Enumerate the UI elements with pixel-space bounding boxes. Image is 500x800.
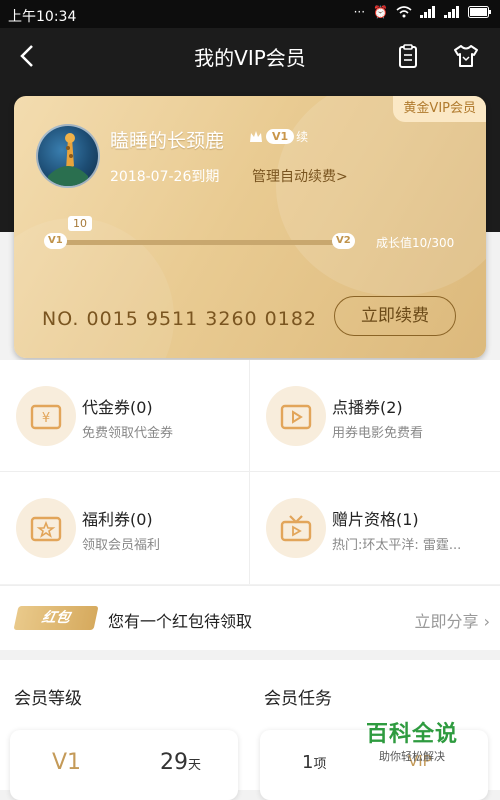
watermark-logo: 百科全说 助你轻松解决: [366, 716, 458, 764]
ondemand-icon-bg: [266, 386, 326, 446]
share-link[interactable]: 立即分享 ›: [414, 608, 490, 632]
vip-level-badge: V1 续: [248, 128, 308, 145]
welfare-icon-bg: [16, 498, 76, 558]
benefit-ondemand-ticket[interactable]: 点播券(2) 用券电影免费看: [250, 360, 499, 471]
renew-mark: 续: [296, 130, 309, 144]
member-days: 29天: [160, 750, 202, 775]
benefit-title: 代金券(0): [82, 398, 153, 417]
more-icon: ···: [353, 5, 366, 19]
growth-progress-bar: [48, 240, 344, 245]
clipboard-icon[interactable]: [394, 42, 422, 70]
yen-ticket-icon: ¥: [30, 404, 62, 430]
task-count: 1项: [302, 752, 327, 773]
progress-start-level: V1: [44, 233, 67, 249]
username: 瞌睡的长颈鹿: [110, 130, 225, 152]
section-gap: [0, 650, 500, 660]
progress-value: 10: [68, 216, 92, 231]
play-ticket-icon: [280, 404, 312, 430]
status-time: 上午10:34: [8, 9, 77, 25]
giraffe-avatar-icon: [48, 133, 88, 186]
page-title: 我的VIP会员: [194, 46, 306, 70]
vip-level: V1: [266, 129, 295, 144]
signal-icon: [420, 6, 435, 18]
status-bar: 上午10:34 ··· ⏰: [0, 0, 500, 28]
gift-tv-icon: [280, 515, 312, 542]
nav-header: 我的VIP会员: [0, 28, 500, 84]
watermark-main: 百科全说: [365, 722, 458, 747]
benefit-title: 福利券(0): [82, 510, 153, 529]
red-packet-banner[interactable]: 红包 您有一个红包待领取 立即分享 ›: [0, 585, 500, 650]
benefit-subtitle: 领取会员福利: [82, 538, 161, 553]
member-level-value: V1: [52, 750, 82, 775]
vip-card: 黄金VIP会员 瞌睡的长颈鹿 V1 续 2018-07-26到期 管理自动续费>…: [14, 96, 486, 358]
gift-icon-bg: [266, 498, 326, 558]
expiry-date: 2018-07-26到期: [110, 169, 220, 185]
benefit-welfare-ticket[interactable]: 福利券(0) 领取会员福利: [0, 472, 249, 583]
crown-icon: [250, 130, 262, 142]
manage-auto-renew-link[interactable]: 管理自动续费>: [252, 166, 348, 186]
renew-button[interactable]: 立即续费: [334, 296, 456, 336]
member-tasks-title: 会员任务: [264, 689, 332, 709]
red-packet-tag: 红包: [13, 606, 99, 630]
benefit-subtitle: 热门:环太平洋: 雷霆...: [332, 538, 462, 553]
red-packet-text: 您有一个红包待领取: [108, 612, 253, 631]
wifi-icon: [396, 6, 412, 18]
benefit-title: 赠片资格(1): [332, 510, 419, 529]
tshirt-icon[interactable]: [452, 42, 480, 70]
signal-icon-2: [444, 6, 459, 18]
watermark-sub: 助你轻松解决: [378, 750, 445, 763]
card-number: NO. 0015 9511 3260 0182: [42, 308, 318, 330]
share-label: 立即分享: [414, 612, 479, 631]
status-icons: ··· ⏰: [354, 5, 492, 19]
tier-badge: 黄金VIP会员: [393, 96, 486, 122]
chevron-right-icon: ›: [483, 612, 490, 631]
card-decoration: [276, 96, 486, 296]
benefit-subtitle: 免费领取代金券: [82, 426, 174, 441]
benefit-gift-film[interactable]: 赠片资格(1) 热门:环太平洋: 雷霆...: [250, 472, 499, 583]
benefits-grid: ¥ 代金券(0) 免费领取代金券 点播券(2) 用券电影免费看 福利券(0) 领…: [0, 360, 500, 584]
battery-icon: [468, 6, 491, 18]
progress-end-level: V2: [332, 233, 355, 249]
growth-value-text: 成长值10/300: [376, 236, 455, 250]
member-level-title: 会员等级: [14, 689, 82, 709]
benefit-subtitle: 用券电影免费看: [332, 426, 424, 441]
avatar[interactable]: [36, 124, 100, 188]
grid-divider-vertical: [249, 360, 250, 584]
benefit-title: 点播券(2): [332, 398, 403, 417]
star-ticket-icon: [30, 516, 62, 542]
benefit-voucher[interactable]: ¥ 代金券(0) 免费领取代金券: [0, 360, 249, 471]
alarm-icon: ⏰: [373, 5, 388, 19]
grid-divider-horizontal: [0, 471, 500, 472]
voucher-icon-bg: ¥: [16, 386, 76, 446]
svg-text:¥: ¥: [42, 411, 50, 426]
card-decoration-2: [14, 218, 174, 358]
